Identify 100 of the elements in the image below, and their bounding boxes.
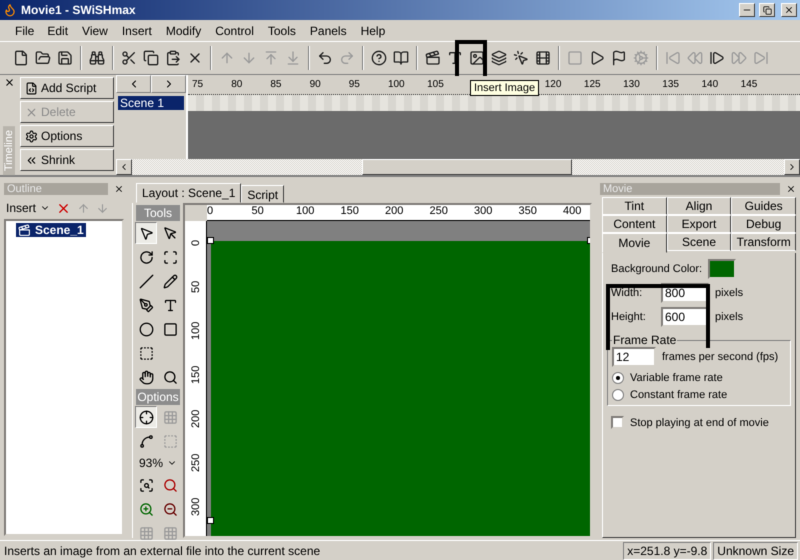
radio-button[interactable] xyxy=(612,372,624,384)
panel-tab[interactable]: Movie xyxy=(602,233,667,253)
layout-tab[interactable]: Layout : Scene_1 xyxy=(136,183,242,203)
ruler-number: 100 xyxy=(190,320,202,342)
radio-button[interactable] xyxy=(612,389,624,401)
ruler-number: 105 xyxy=(427,79,445,90)
unit-label: pixels xyxy=(715,287,744,299)
minimize-button[interactable] xyxy=(739,3,755,17)
ruler-number: 250 xyxy=(190,452,202,474)
ruler-number: 95 xyxy=(348,79,361,90)
menu-item[interactable]: Panels xyxy=(304,20,353,40)
field-label: Width: xyxy=(611,287,644,299)
menu-item[interactable]: File xyxy=(10,22,40,40)
panel-tab[interactable]: Transform xyxy=(731,233,796,251)
ruler-number: 145 xyxy=(740,79,758,90)
scroll-track[interactable] xyxy=(116,159,800,175)
panel-tab[interactable]: Content xyxy=(602,215,667,233)
ruler-number: 0 xyxy=(207,205,214,217)
crosshair-icon[interactable] xyxy=(135,406,157,428)
panel-tab[interactable]: Guides xyxy=(731,197,796,215)
close-icon[interactable] xyxy=(786,184,796,194)
script-icon xyxy=(25,82,38,94)
scroll-left-button[interactable] xyxy=(116,159,132,175)
ruler-number: 100 xyxy=(296,205,316,217)
menu-item[interactable]: Modify xyxy=(160,20,208,40)
scene-item[interactable]: Scene 1 xyxy=(118,96,184,110)
tools-header: Tools xyxy=(136,205,180,221)
tooltip: Insert Image xyxy=(470,80,540,96)
tree-item[interactable]: Scene_1 xyxy=(16,223,86,237)
options-header: Options xyxy=(136,389,180,405)
ruler-number: 0 xyxy=(190,238,202,248)
menu-item[interactable]: Insert xyxy=(116,20,158,40)
arrow-cursor-icon[interactable] xyxy=(135,222,157,244)
panel-tab[interactable]: Scene xyxy=(666,233,732,251)
selection-handle[interactable] xyxy=(207,517,214,524)
ruler-number: 125 xyxy=(584,79,602,90)
scroll-right-button[interactable] xyxy=(784,159,800,175)
menu-item[interactable]: Control xyxy=(209,20,260,40)
radio-label: Constant frame rate xyxy=(630,389,728,401)
ruler-number: 80 xyxy=(231,79,244,90)
ruler-number: 250 xyxy=(430,205,449,217)
annotation-box xyxy=(455,40,487,76)
menu-item[interactable]: Help xyxy=(354,20,392,40)
ruler-number: 75 xyxy=(192,79,204,90)
layout-tab[interactable]: Script xyxy=(241,185,284,203)
zoom-dropdown[interactable]: 93% xyxy=(138,453,178,473)
ruler-number: 200 xyxy=(190,408,202,430)
menu-item[interactable]: View xyxy=(76,20,114,40)
close-icon[interactable] xyxy=(4,77,14,88)
menu-item[interactable]: Tools xyxy=(262,20,302,40)
ruler-number: 90 xyxy=(310,79,322,90)
panel-title: Outline xyxy=(4,183,108,195)
ruler-number: 300 xyxy=(474,205,494,217)
panel-tab[interactable]: Debug xyxy=(731,215,796,233)
menu-item[interactable]: Edit xyxy=(41,20,74,40)
number-field[interactable]: 12 xyxy=(612,347,656,367)
checkbox-label: Stop playing at end of movie xyxy=(630,416,769,428)
ruler-number: 100 xyxy=(388,79,406,90)
ruler-number: 200 xyxy=(385,205,404,217)
group-title: Frame Rate xyxy=(612,333,678,347)
unit-label: frames per second (fps) xyxy=(662,351,778,363)
unit-label: pixels xyxy=(715,311,744,323)
next-button[interactable] xyxy=(151,75,186,93)
restore-icon xyxy=(762,6,772,14)
timeline-button[interactable]: Options xyxy=(20,125,114,147)
status-coordinates: x=251.8 y=-9.8 xyxy=(623,542,712,560)
delete-icon xyxy=(25,106,38,118)
color-swatch[interactable] xyxy=(708,259,736,279)
checkbox[interactable] xyxy=(611,416,624,429)
ruler-number: 400 xyxy=(563,205,582,217)
ruler-number: 150 xyxy=(190,364,202,386)
ruler-number: 120 xyxy=(544,79,562,90)
ruler-number: 135 xyxy=(662,79,680,90)
timeline-button[interactable]: Add Script xyxy=(20,77,114,99)
panel-tab[interactable]: Align xyxy=(666,197,732,215)
radio-label: Variable frame rate xyxy=(630,372,723,384)
timeline-label: Timeline xyxy=(3,126,15,175)
status-size: Unknown Size xyxy=(713,542,798,560)
close-icon[interactable] xyxy=(114,184,124,194)
ruler-number: 140 xyxy=(701,79,720,90)
panel-tab[interactable]: Export xyxy=(666,215,732,233)
selection-handle[interactable] xyxy=(207,237,214,244)
ruler-number: 300 xyxy=(190,496,202,518)
restore-button[interactable] xyxy=(759,3,775,17)
close-icon xyxy=(784,5,794,15)
field-label: Height: xyxy=(611,311,647,323)
previous-button[interactable] xyxy=(116,75,151,93)
panel-title: Movie xyxy=(600,183,780,195)
window-title: Movie1 - SWiSHmax xyxy=(21,3,137,17)
ruler-number: 85 xyxy=(270,79,282,90)
ruler-number: 350 xyxy=(518,205,538,217)
number-field[interactable]: 600 xyxy=(661,307,709,327)
settings-icon xyxy=(25,130,38,142)
timeline-button[interactable]: Shrink xyxy=(20,149,114,171)
ruler-number: 130 xyxy=(623,79,641,90)
scroll-thumb[interactable] xyxy=(362,159,572,175)
panel-tab[interactable]: Tint xyxy=(602,197,667,215)
close-button[interactable] xyxy=(781,3,797,17)
ruler-number: 50 xyxy=(190,280,202,296)
insert-dropdown[interactable]: Insert xyxy=(6,198,50,218)
